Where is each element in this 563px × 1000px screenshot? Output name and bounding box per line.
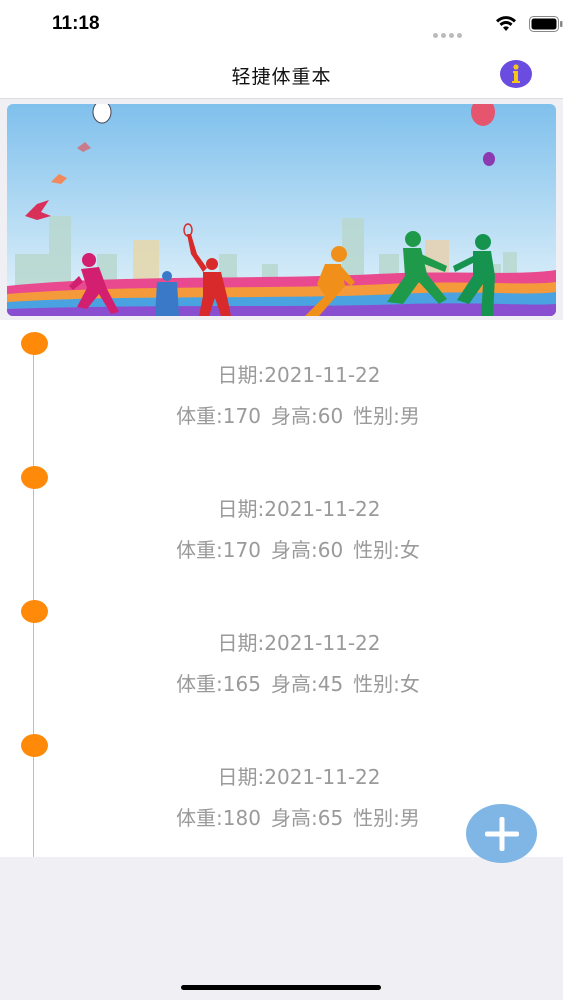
record-gender: 性别:男: [353, 404, 420, 428]
status-time: 11:18: [52, 13, 100, 34]
battery-icon: [529, 16, 563, 32]
record-height: 身高:60: [270, 538, 344, 562]
record-gender: 性别:女: [353, 672, 420, 696]
record-date: 日期:2021-11-22: [217, 363, 381, 387]
home-indicator[interactable]: [181, 985, 381, 990]
navigation-bar: 轻捷体重本: [0, 50, 563, 99]
record-weight: 体重:180: [176, 806, 261, 830]
timeline-dot: [21, 466, 48, 489]
record-height: 身高:45: [270, 672, 344, 696]
record-weight: 体重:165: [176, 672, 261, 696]
record-height: 身高:65: [270, 806, 344, 830]
info-button[interactable]: [500, 60, 532, 88]
record-details: 体重:170 身高:60 性别:男: [0, 400, 563, 429]
record-details: 体重:165 身高:45 性别:女: [0, 668, 563, 697]
record-gender: 性别:女: [353, 538, 420, 562]
status-bar: 11:18: [0, 0, 563, 50]
record-gender: 性别:男: [353, 806, 420, 830]
record-item[interactable]: 日期:2021-11-22 体重:165 身高:45 性别:女: [0, 593, 563, 727]
record-date: 日期:2021-11-22: [217, 765, 381, 789]
record-item[interactable]: 日期:2021-11-22 体重:170 身高:60 性别:女: [0, 459, 563, 593]
records-list[interactable]: 日期:2021-11-22 体重:170 身高:60 性别:男 日期:2021-11…: [0, 320, 563, 857]
timeline-dot: [21, 600, 48, 623]
page-title: 轻捷体重本: [231, 66, 332, 88]
sports-banner-image: [7, 104, 556, 316]
record-date: 日期:2021-11-22: [217, 631, 381, 655]
record-item[interactable]: 日期:2021-11-22 体重:170 身高:60 性别:男: [0, 325, 563, 459]
add-record-button[interactable]: [466, 804, 537, 863]
wifi-icon: [496, 16, 516, 31]
info-icon: [512, 64, 520, 83]
signal-icon: [433, 23, 465, 42]
record-weight: 体重:170: [176, 404, 261, 428]
record-details: 体重:170 身高:60 性别:女: [0, 534, 563, 563]
record-height: 身高:60: [270, 404, 344, 428]
timeline-dot: [21, 734, 48, 757]
record-weight: 体重:170: [176, 538, 261, 562]
record-date: 日期:2021-11-22: [217, 497, 381, 521]
plus-icon: [484, 816, 519, 851]
timeline-dot: [21, 332, 48, 355]
